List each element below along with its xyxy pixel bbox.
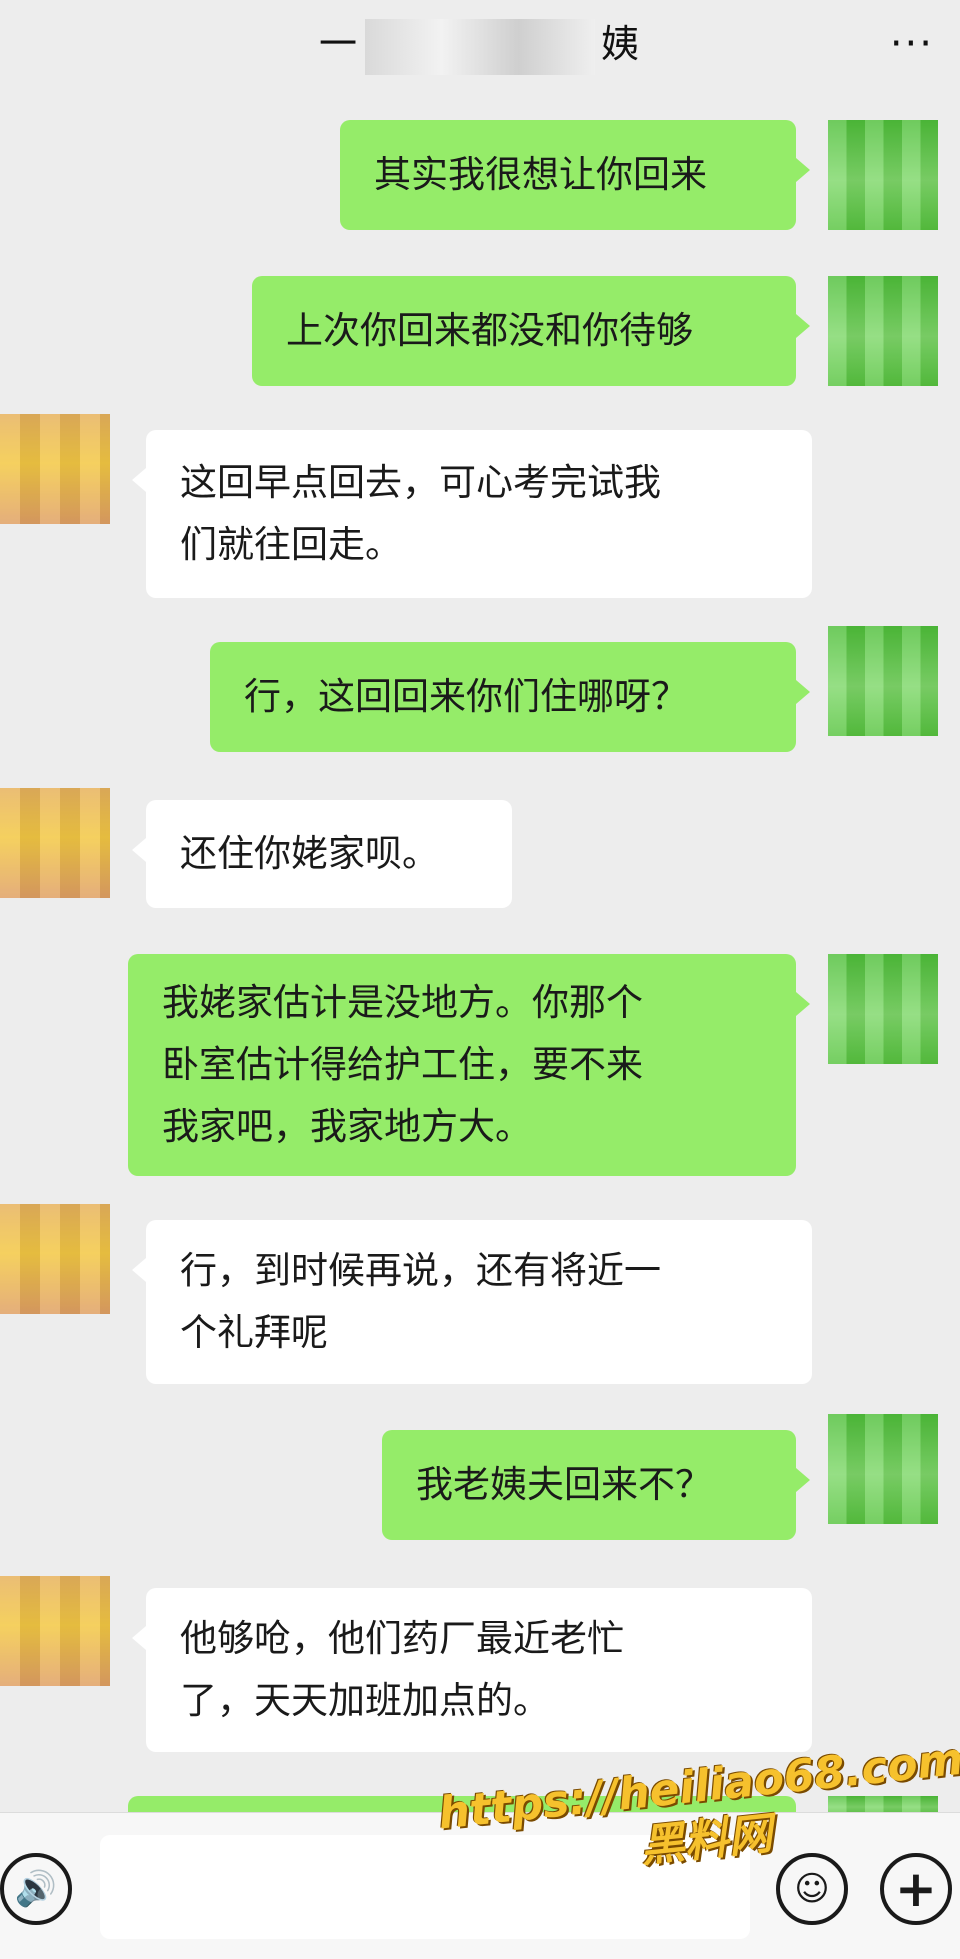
chat-title: 一姨 xyxy=(319,13,641,75)
chat-title-left: 一 xyxy=(318,22,359,67)
message-text-line: 卧室估计得给护工住，要不来 xyxy=(162,1043,643,1086)
my-avatar[interactable] xyxy=(828,626,938,736)
chat-title-right: 姨 xyxy=(601,22,642,67)
chat-header: 一姨 ··· xyxy=(0,0,960,88)
voice-icon[interactable]: 🔊 xyxy=(0,1853,72,1925)
my-avatar[interactable] xyxy=(828,954,938,1064)
message-bubble-sent[interactable]: 我老姨夫回来不？ xyxy=(382,1430,810,1540)
my-avatar[interactable] xyxy=(828,120,938,230)
emoji-icon[interactable]: ☺ xyxy=(776,1853,848,1925)
message-bubble-sent[interactable]: 我姥家估计是没地方。你那个 卧室估计得给护工住，要不来 我家吧，我家地方大。 xyxy=(128,954,810,1176)
message-text-line: 们就往回走。 xyxy=(180,523,402,566)
plus-glyph: + xyxy=(895,1860,937,1918)
contact-avatar[interactable] xyxy=(0,414,110,524)
message-bubble-received[interactable]: 他够呛，他们药厂最近老忙 了，天天加班加点的。 xyxy=(132,1588,812,1752)
message-text-line: 我家吧，我家地方大。 xyxy=(162,1105,532,1148)
message-text: 还住你姥家呗。 xyxy=(180,832,439,875)
more-options-button[interactable]: ··· xyxy=(890,14,934,74)
message-bubble-received[interactable]: 还住你姥家呗。 xyxy=(132,800,512,908)
message-bubble-received[interactable]: 行，到时候再说，还有将近一 个礼拜呢 xyxy=(132,1220,812,1384)
message-text: 上次你回来都没和你待够 xyxy=(286,309,693,352)
message-bubble-sent[interactable]: 上次你回来都没和你待够 xyxy=(252,276,810,386)
contact-avatar[interactable] xyxy=(0,1204,110,1314)
message-text-line: 行，到时候再说，还有将近一 xyxy=(180,1249,661,1292)
my-avatar[interactable] xyxy=(828,1414,938,1524)
message-text-line: 我姥家估计是没地方。你那个 xyxy=(162,981,643,1024)
message-text: 其实我很想让你回来 xyxy=(374,153,707,196)
contact-avatar[interactable] xyxy=(0,788,110,898)
message-text-line: 个礼拜呢 xyxy=(180,1311,328,1354)
contact-avatar[interactable] xyxy=(0,1576,110,1686)
message-text: 我老姨夫回来不？ xyxy=(416,1463,712,1506)
plus-icon[interactable]: + xyxy=(880,1853,952,1925)
message-bubble-sent[interactable]: 其实我很想让你回来 xyxy=(340,120,810,230)
message-text-line: 这回早点回去，可心考完试我 xyxy=(180,461,661,504)
emoji-glyph: ☺ xyxy=(794,1869,830,1909)
message-text-line: 了，天天加班加点的。 xyxy=(180,1679,550,1722)
message-bubble-received[interactable]: 这回早点回去，可心考完试我 们就往回走。 xyxy=(132,430,812,598)
message-text-line: 他够呛，他们药厂最近老忙 xyxy=(180,1617,624,1660)
voice-glyph: 🔊 xyxy=(14,1869,58,1909)
my-avatar[interactable] xyxy=(828,276,938,386)
message-text: 行，这回回来你们住哪呀？ xyxy=(244,675,688,718)
message-bubble-sent[interactable]: 行，这回回来你们住哪呀？ xyxy=(210,642,810,752)
blurred-contact-name xyxy=(365,18,595,75)
